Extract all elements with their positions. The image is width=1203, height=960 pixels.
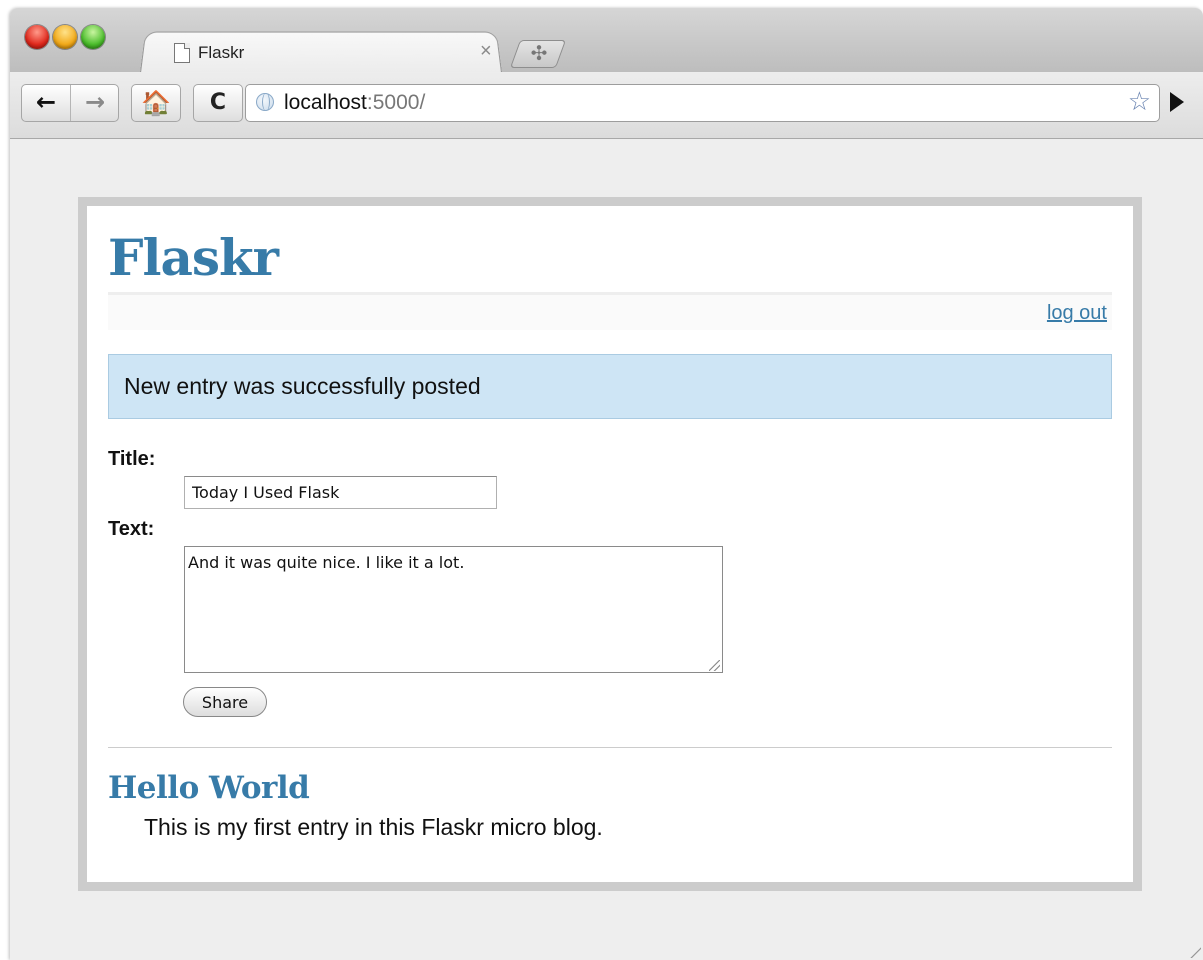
flash-text: New entry was successfully posted [124, 373, 481, 399]
logout-link[interactable]: log out [1047, 302, 1107, 325]
new-tab-icon: ✣ [530, 41, 548, 65]
tab-flaskr-content[interactable]: Flaskr × [168, 38, 508, 68]
zoom-window-button[interactable] [81, 25, 105, 49]
reload-button[interactable]: C [193, 84, 243, 122]
home-button[interactable]: 🏠 [131, 84, 181, 122]
globe-icon [256, 93, 274, 111]
entry-title: Hello World [108, 770, 310, 806]
flash-message: New entry was successfully posted [108, 354, 1112, 419]
address-bar[interactable]: localhost:5000/ ☆ [245, 84, 1160, 122]
entry-text: This is my first entry in this Flaskr mi… [144, 814, 603, 840]
title-input[interactable] [184, 476, 497, 509]
text-label: Text: [108, 518, 155, 540]
tab-close-icon[interactable]: × [480, 41, 492, 61]
tab-title: Flaskr [198, 43, 245, 62]
home-icon: 🏠 [141, 89, 171, 117]
window-resize-grip[interactable] [1189, 946, 1201, 958]
page-icon [174, 43, 190, 63]
title-label: Title: [108, 448, 156, 470]
metanav: log out [108, 292, 1112, 330]
page-viewport: Flaskr log out New entry was successfull… [10, 139, 1203, 960]
flaskr-page: Flaskr log out New entry was successfull… [78, 197, 1142, 891]
site-title: Flaskr [108, 228, 279, 287]
close-window-button[interactable] [25, 25, 49, 49]
back-button[interactable]: ← [22, 85, 71, 121]
forward-button[interactable]: → [71, 85, 119, 121]
entries-divider [108, 747, 1112, 748]
reload-icon: C [209, 90, 227, 115]
share-button[interactable]: Share [183, 687, 267, 717]
url-text[interactable]: localhost:5000/ [284, 91, 425, 115]
back-forward-group: ← → [21, 84, 119, 122]
text-input[interactable]: And it was quite nice. I like it a lot. [184, 546, 723, 673]
page-menu-icon[interactable] [1170, 92, 1184, 112]
browser-window: Flaskr × ✣ ← → 🏠 C localhost:5000/ ☆ Fla… [10, 8, 1203, 960]
minimize-window-button[interactable] [53, 25, 77, 49]
url-host: localhost [284, 91, 367, 114]
browser-toolbar: ← → 🏠 C localhost:5000/ ☆ [10, 72, 1203, 139]
textarea-resize-handle[interactable] [709, 660, 720, 671]
tab-strip: Flaskr × ✣ [10, 8, 1203, 73]
bookmark-star-icon[interactable]: ☆ [1128, 87, 1151, 117]
url-port-path: :5000/ [366, 91, 426, 114]
